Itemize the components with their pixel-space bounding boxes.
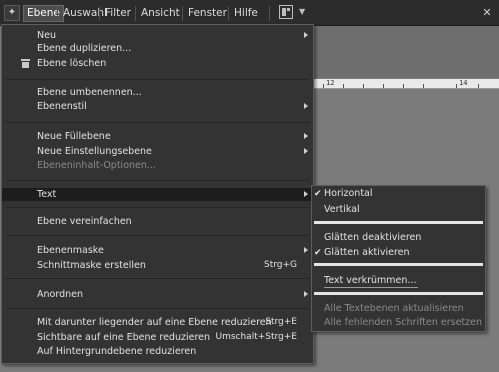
submenu-item-text-verkruemmen[interactable]: Text verkrümmen...	[312, 275, 485, 288]
text-submenu: ✔ Horizontal Vertikal Glätten deaktivier…	[311, 185, 486, 332]
submenu-item-glaetten-aktivieren[interactable]: ✔ Glätten aktivieren	[312, 247, 485, 259]
menu-ansicht[interactable]: Ansicht	[138, 6, 183, 21]
ebene-dropdown-menu: Neu Ebene duplizieren... Ebene löschen E…	[1, 24, 314, 364]
menu-item-ebeneninhalt-optionen: Ebeneninhalt-Optionen...	[37, 160, 156, 171]
menu-bar: ✦ Ebene Auswahl Filter Ansicht Fenster H…	[0, 0, 499, 26]
menu-item-ebene-loeschen[interactable]: Ebene löschen	[2, 57, 313, 70]
layout-icon[interactable]	[279, 5, 293, 19]
submenu-arrow-icon	[304, 133, 308, 139]
submenu-arrow-icon	[304, 148, 308, 154]
menu-item-ebene-vereinfachen[interactable]: Ebene vereinfachen	[2, 215, 313, 228]
menu-item-ebene-duplizieren[interactable]: Ebene duplizieren...	[2, 42, 313, 55]
menu-item-ebenenstil[interactable]: Ebenenstil	[2, 100, 313, 113]
menu-item-mit-darunter-reduzieren[interactable]: Mit darunter liegender auf eine Ebene re…	[2, 316, 313, 329]
close-icon[interactable]: ✕	[481, 7, 493, 19]
submenu-item-glaetten-deaktivieren[interactable]: Glätten deaktivieren	[312, 232, 485, 244]
menu-item-auf-hintergrundebene-reduzieren[interactable]: Auf Hintergrundebene reduzieren	[2, 345, 313, 358]
menu-item-schnittmaske-erstellen[interactable]: Schnittmaske erstellen Strg+G	[2, 259, 313, 272]
menu-item-neue-fuellebene[interactable]: Neue Füllebene	[2, 130, 313, 143]
submenu-arrow-icon	[304, 191, 308, 197]
checkmark-icon: ✔	[314, 248, 322, 258]
submenu-arrow-icon	[304, 291, 308, 297]
ruler-label: 14	[459, 79, 468, 87]
horizontal-ruler: 12 14	[313, 79, 499, 89]
checkmark-icon: ✔	[314, 189, 322, 199]
submenu-item-vertikal[interactable]: Vertikal	[312, 204, 485, 216]
submenu-item-textebenen-aktualisieren: Alle Textebenen aktualisieren	[324, 303, 464, 314]
shortcut-label: Umschalt+Strg+E	[215, 332, 297, 342]
submenu-item-fehlende-schriften-ersetzen: Alle fehlenden Schriften ersetzen	[324, 317, 483, 328]
menu-item-ebenenmaske[interactable]: Ebenenmaske	[2, 244, 313, 257]
shortcut-label: Strg+E	[265, 317, 297, 327]
ruler-label: 12	[326, 79, 335, 87]
chevron-down-icon[interactable]: ▼	[299, 7, 305, 16]
menu-fenster[interactable]: Fenster	[185, 6, 230, 21]
menu-item-sichtbare-reduzieren[interactable]: Sichtbare auf eine Ebene reduzieren Umsch…	[2, 331, 313, 344]
menu-hilfe[interactable]: Hilfe	[231, 6, 261, 21]
trash-icon	[21, 59, 30, 68]
menu-filter[interactable]: Filter	[102, 6, 134, 21]
app-logo-icon[interactable]: ✦	[4, 5, 20, 21]
shortcut-label: Strg+G	[263, 260, 297, 270]
menu-item-neu[interactable]: Neu	[2, 29, 313, 42]
submenu-arrow-icon	[304, 103, 308, 109]
document-canvas-area	[313, 26, 499, 78]
submenu-item-horizontal[interactable]: ✔ Horizontal	[312, 188, 485, 200]
submenu-arrow-icon	[304, 247, 308, 253]
menu-item-ebene-umbenennen[interactable]: Ebene umbenennen...	[2, 86, 313, 99]
menu-item-anordnen[interactable]: Anordnen	[2, 288, 313, 301]
menu-item-neue-einstellungsebene[interactable]: Neue Einstellungsebene	[2, 145, 313, 158]
menu-item-text[interactable]: Text	[2, 188, 313, 201]
submenu-arrow-icon	[304, 32, 308, 38]
